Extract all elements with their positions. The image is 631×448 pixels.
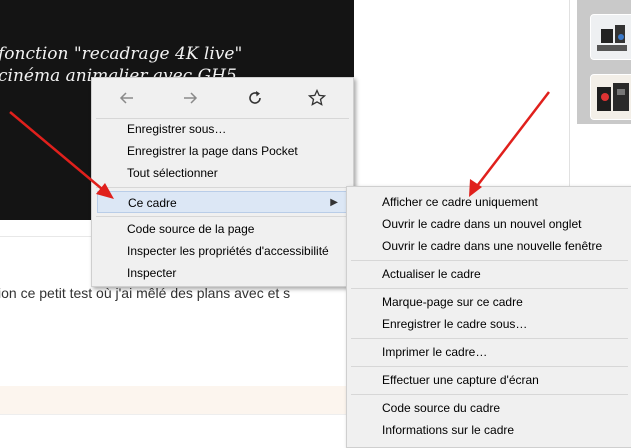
menu-separator xyxy=(96,187,349,188)
divider-line xyxy=(0,414,354,415)
menu-separator xyxy=(351,366,628,367)
menu-item-inspect-accessibility[interactable]: Inspecter les propriétés d'accessibilité xyxy=(127,240,347,262)
context-menu: Enregistrer sous… Enregistrer la page da… xyxy=(91,77,354,287)
menu-item-this-frame[interactable]: Ce cadre ▶ xyxy=(97,191,349,213)
arrow-left-icon xyxy=(119,92,133,104)
article-text: ion ce petit test où j'ai mêlé des plans… xyxy=(0,285,291,301)
video-caption-line-1: fonction "recadrage 4K live" xyxy=(0,44,243,64)
submenu-item-save-frame-as[interactable]: Enregistrer le cadre sous… xyxy=(382,313,627,335)
context-menu-navbar xyxy=(92,78,353,118)
reload-icon xyxy=(249,91,261,104)
submenu-arrow-icon: ▶ xyxy=(330,197,338,208)
submenu-item-view-frame-source[interactable]: Code source du cadre xyxy=(382,397,627,419)
menu-item-inspect[interactable]: Inspecter xyxy=(127,262,347,284)
menu-separator xyxy=(351,394,628,395)
forward-button[interactable] xyxy=(179,87,201,109)
camera-rig-image xyxy=(591,75,631,119)
menu-item-save-to-pocket[interactable]: Enregistrer la page dans Pocket xyxy=(127,140,347,162)
submenu-item-open-frame-new-window[interactable]: Ouvrir le cadre dans une nouvelle fenêtr… xyxy=(382,235,627,257)
frame-submenu: Afficher ce cadre uniquement Ouvrir le c… xyxy=(346,186,631,448)
submenu-item-show-frame-only[interactable]: Afficher ce cadre uniquement xyxy=(382,191,627,213)
menu-item-select-all[interactable]: Tout sélectionner xyxy=(127,162,347,184)
submenu-item-bookmark-frame[interactable]: Marque-page sur ce cadre xyxy=(382,291,627,313)
menu-separator xyxy=(351,338,628,339)
menu-separator xyxy=(96,216,349,217)
arrow-right-icon xyxy=(184,92,198,104)
sidebar-thumbnail-2[interactable] xyxy=(590,74,631,120)
menu-item-save-as[interactable]: Enregistrer sous… xyxy=(127,118,347,140)
comment-bar xyxy=(0,386,354,414)
submenu-item-take-screenshot[interactable]: Effectuer une capture d'écran xyxy=(382,369,627,391)
reload-button[interactable] xyxy=(244,87,266,109)
menu-separator xyxy=(351,288,628,289)
bookmark-button[interactable] xyxy=(306,87,328,109)
sidebar-thumbnail-1[interactable] xyxy=(590,14,631,60)
submenu-item-print-frame[interactable]: Imprimer le cadre… xyxy=(382,341,627,363)
menu-item-this-frame-label: Ce cadre xyxy=(128,196,177,210)
star-icon xyxy=(308,89,326,106)
back-button[interactable] xyxy=(116,87,138,109)
menu-separator xyxy=(351,260,628,261)
submenu-item-open-frame-new-tab[interactable]: Ouvrir le cadre dans un nouvel onglet xyxy=(382,213,627,235)
camera-gear-image xyxy=(591,15,631,59)
menu-item-view-page-source[interactable]: Code source de la page xyxy=(127,218,347,240)
submenu-item-reload-frame[interactable]: Actualiser le cadre xyxy=(382,263,627,285)
sidebar-thumbnails xyxy=(577,0,631,124)
